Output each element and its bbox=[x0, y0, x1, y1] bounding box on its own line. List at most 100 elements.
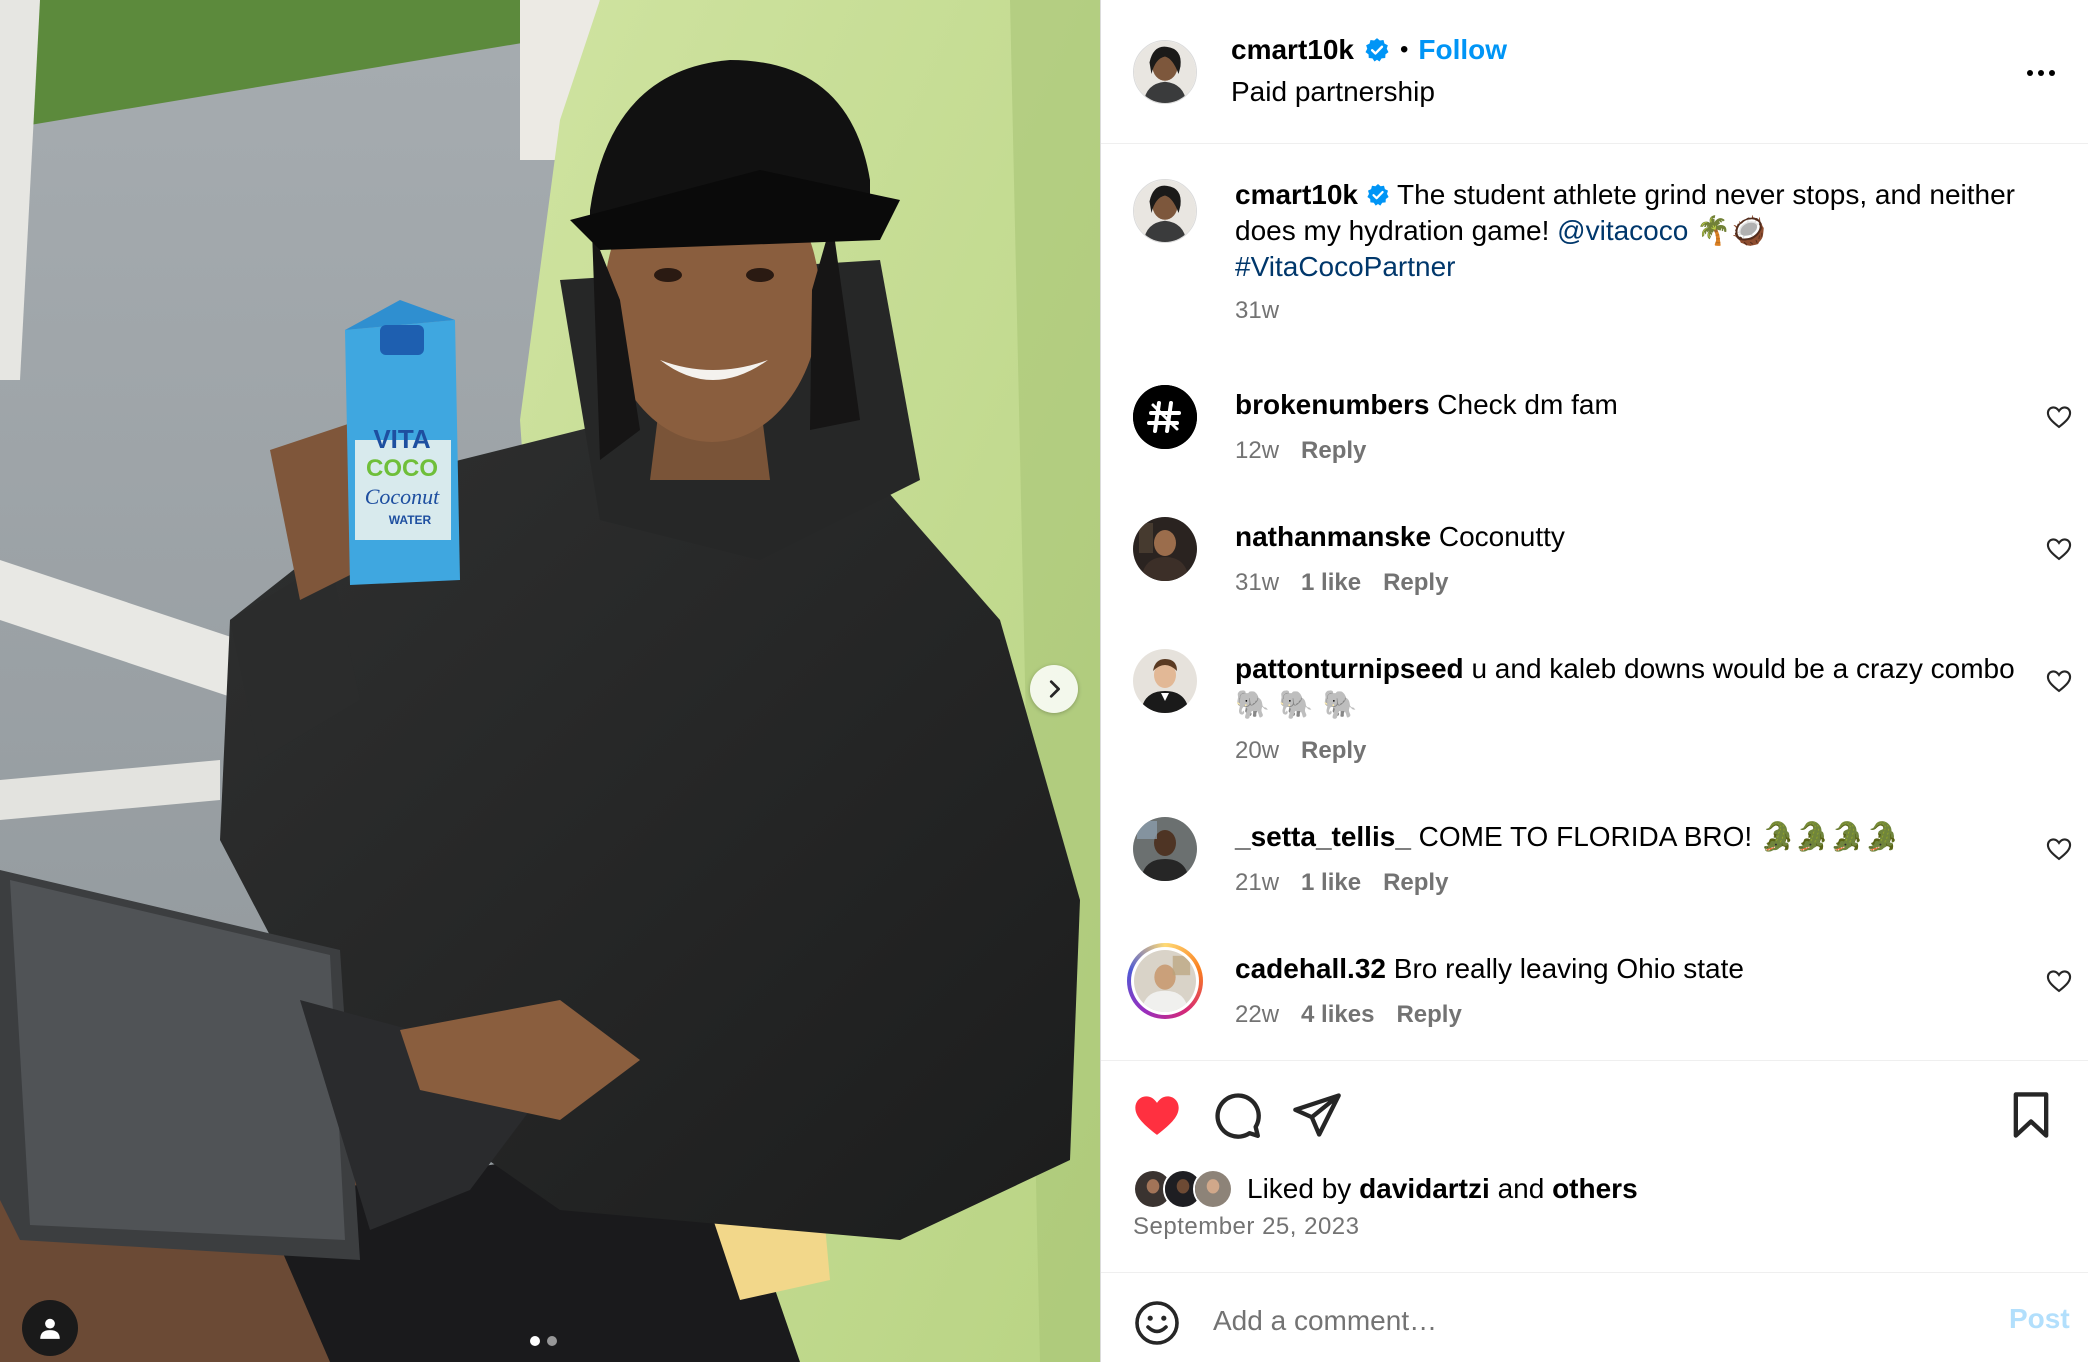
reply-button[interactable]: Reply bbox=[1383, 569, 1448, 597]
add-comment-input[interactable] bbox=[1213, 1293, 1853, 1349]
carousel-dot-2 bbox=[547, 1336, 557, 1346]
carousel-indicator bbox=[530, 1336, 557, 1346]
story-ring-photo bbox=[1134, 950, 1196, 1012]
comment-emojis: 🐊🐊🐊🐊 bbox=[1759, 820, 1900, 853]
more-options-button[interactable] bbox=[2021, 58, 2061, 88]
comment-likes[interactable]: 1 like bbox=[1301, 869, 1361, 897]
caption: cmart10k The student athlete grind never… bbox=[1101, 145, 2088, 324]
comment-emojis: 🐘 🐘 🐘 bbox=[1235, 688, 1358, 721]
comment-age[interactable]: 12w bbox=[1235, 437, 1279, 465]
follow-button[interactable]: Follow bbox=[1418, 34, 1507, 66]
comment-meta: 21w 1 like Reply bbox=[1235, 869, 1448, 897]
user-photo bbox=[1133, 517, 1197, 581]
liked-by-others-link[interactable]: others bbox=[1552, 1173, 1638, 1205]
reply-button[interactable]: Reply bbox=[1383, 869, 1448, 897]
photo-scene: VITA COCO Coconut WATER bbox=[0, 0, 1100, 1362]
post-comment-button[interactable]: Post bbox=[2009, 1303, 2070, 1335]
emoji-picker-icon[interactable] bbox=[1133, 1299, 1181, 1347]
comment-avatar[interactable] bbox=[1133, 385, 1197, 449]
like-comment-heart-icon[interactable] bbox=[2045, 967, 2073, 995]
user-photo bbox=[1133, 649, 1197, 713]
caption-meta: 31w bbox=[1235, 297, 1279, 325]
reply-button[interactable]: Reply bbox=[1301, 737, 1366, 765]
caption-emojis: 🌴🥥 bbox=[1696, 214, 1766, 247]
comment-text: brokenumbers Check dm fam bbox=[1235, 387, 2025, 423]
comments-list[interactable]: cmart10k The student athlete grind never… bbox=[1101, 145, 2088, 1060]
comment-username[interactable]: pattonturnipseed bbox=[1235, 653, 1464, 684]
author-photo bbox=[1134, 41, 1196, 103]
comment-username[interactable]: nathanmanske bbox=[1235, 521, 1431, 552]
caption-age[interactable]: 31w bbox=[1235, 297, 1279, 325]
like-comment-heart-icon[interactable] bbox=[2045, 667, 2073, 695]
like-comment-heart-icon[interactable] bbox=[2045, 835, 2073, 863]
comment-age[interactable]: 20w bbox=[1235, 737, 1279, 765]
comment-body: COME TO FLORIDA BRO! bbox=[1418, 821, 1753, 852]
comment-age[interactable]: 22w bbox=[1235, 1001, 1279, 1029]
reply-button[interactable]: Reply bbox=[1301, 437, 1366, 465]
comment-avatar[interactable] bbox=[1133, 817, 1197, 881]
share-send-icon[interactable] bbox=[1291, 1089, 1343, 1141]
comment-text: nathanmanske Coconutty bbox=[1235, 519, 2025, 555]
paid-partnership-label[interactable]: Paid partnership bbox=[1231, 76, 1435, 108]
author-photo bbox=[1134, 180, 1196, 242]
caption-author-avatar[interactable] bbox=[1133, 179, 1197, 243]
comment-age[interactable]: 21w bbox=[1235, 869, 1279, 897]
post-actions: Liked by davidartzi and others September… bbox=[1101, 1060, 2088, 1272]
user-photo bbox=[1133, 817, 1197, 881]
comment-meta: 22w 4 likes Reply bbox=[1235, 1001, 1462, 1029]
comment-likes[interactable]: 1 like bbox=[1301, 569, 1361, 597]
comment-avatar[interactable] bbox=[1133, 517, 1197, 581]
author-username[interactable]: cmart10k bbox=[1231, 34, 1354, 66]
like-heart-icon[interactable] bbox=[1131, 1089, 1183, 1141]
post-header: cmart10k • Follow Paid partnership bbox=[1101, 0, 2088, 144]
comment-text: cadehall.32 Bro really leaving Ohio stat… bbox=[1235, 951, 2025, 987]
comment-username[interactable]: _setta_tellis_ bbox=[1235, 821, 1411, 852]
comment-bubble-icon[interactable] bbox=[1211, 1089, 1263, 1141]
verified-badge-icon bbox=[1367, 184, 1389, 206]
post-date[interactable]: September 25, 2023 bbox=[1133, 1213, 1360, 1241]
comment-meta: 31w 1 like Reply bbox=[1235, 569, 1448, 597]
liker-avatars[interactable] bbox=[1133, 1169, 1237, 1209]
reply-button[interactable]: Reply bbox=[1396, 1001, 1461, 1029]
comment-text: pattonturnipseed u and kaleb downs would… bbox=[1235, 651, 2025, 723]
comment-likes[interactable]: 4 likes bbox=[1301, 1001, 1374, 1029]
author-avatar[interactable] bbox=[1133, 40, 1197, 104]
header-separator: • bbox=[1399, 36, 1409, 63]
story-ring-avatar[interactable] bbox=[1127, 943, 1203, 1019]
hash-logo-icon bbox=[1133, 385, 1197, 449]
liker-avatar bbox=[1193, 1169, 1233, 1209]
like-comment-heart-icon[interactable] bbox=[2045, 403, 2073, 431]
comment-meta: 12w Reply bbox=[1235, 437, 1366, 465]
caption-text: cmart10k The student athlete grind never… bbox=[1235, 177, 2025, 285]
carton-sub: WATER bbox=[389, 513, 432, 527]
comment-composer: Post bbox=[1101, 1272, 2088, 1362]
comment-body: Coconutty bbox=[1438, 521, 1565, 552]
caption-mention-link[interactable]: @vitacoco bbox=[1557, 215, 1688, 246]
comment-body: Check dm fam bbox=[1437, 389, 1618, 420]
caption-username[interactable]: cmart10k bbox=[1235, 179, 1358, 210]
carousel-dot-1 bbox=[530, 1336, 540, 1346]
more-dot-icon bbox=[2049, 70, 2055, 76]
comment-avatar[interactable] bbox=[1133, 649, 1197, 713]
more-dot-icon bbox=[2027, 70, 2033, 76]
comment-age[interactable]: 31w bbox=[1235, 569, 1279, 597]
comment-body: Bro really leaving Ohio state bbox=[1393, 953, 1744, 984]
carton-brand-1: VITA bbox=[373, 424, 431, 454]
user-photo bbox=[1195, 1171, 1231, 1207]
liked-by-user-link[interactable]: davidartzi bbox=[1359, 1173, 1490, 1205]
comment-meta: 20w Reply bbox=[1235, 737, 1366, 765]
post-photo[interactable]: VITA COCO Coconut WATER bbox=[0, 0, 1100, 1362]
verified-badge-icon bbox=[1365, 38, 1389, 62]
save-bookmark-icon[interactable] bbox=[2005, 1089, 2057, 1141]
comment-text: _setta_tellis_ COME TO FLORIDA BRO! 🐊🐊🐊🐊 bbox=[1235, 819, 2025, 855]
next-slide-button[interactable] bbox=[1030, 665, 1078, 713]
post-sidebar: cmart10k • Follow Paid partnership cmart… bbox=[1100, 0, 2088, 1362]
like-comment-heart-icon[interactable] bbox=[2045, 535, 2073, 563]
chevron-right-icon bbox=[1049, 680, 1060, 698]
comment-username[interactable]: brokenumbers bbox=[1235, 389, 1430, 420]
tagged-users-button[interactable] bbox=[22, 1300, 78, 1356]
more-dot-icon bbox=[2038, 70, 2044, 76]
carton-product: Coconut bbox=[365, 484, 440, 509]
comment-username[interactable]: cadehall.32 bbox=[1235, 953, 1386, 984]
caption-hashtag-link[interactable]: #VitaCocoPartner bbox=[1235, 251, 1456, 282]
